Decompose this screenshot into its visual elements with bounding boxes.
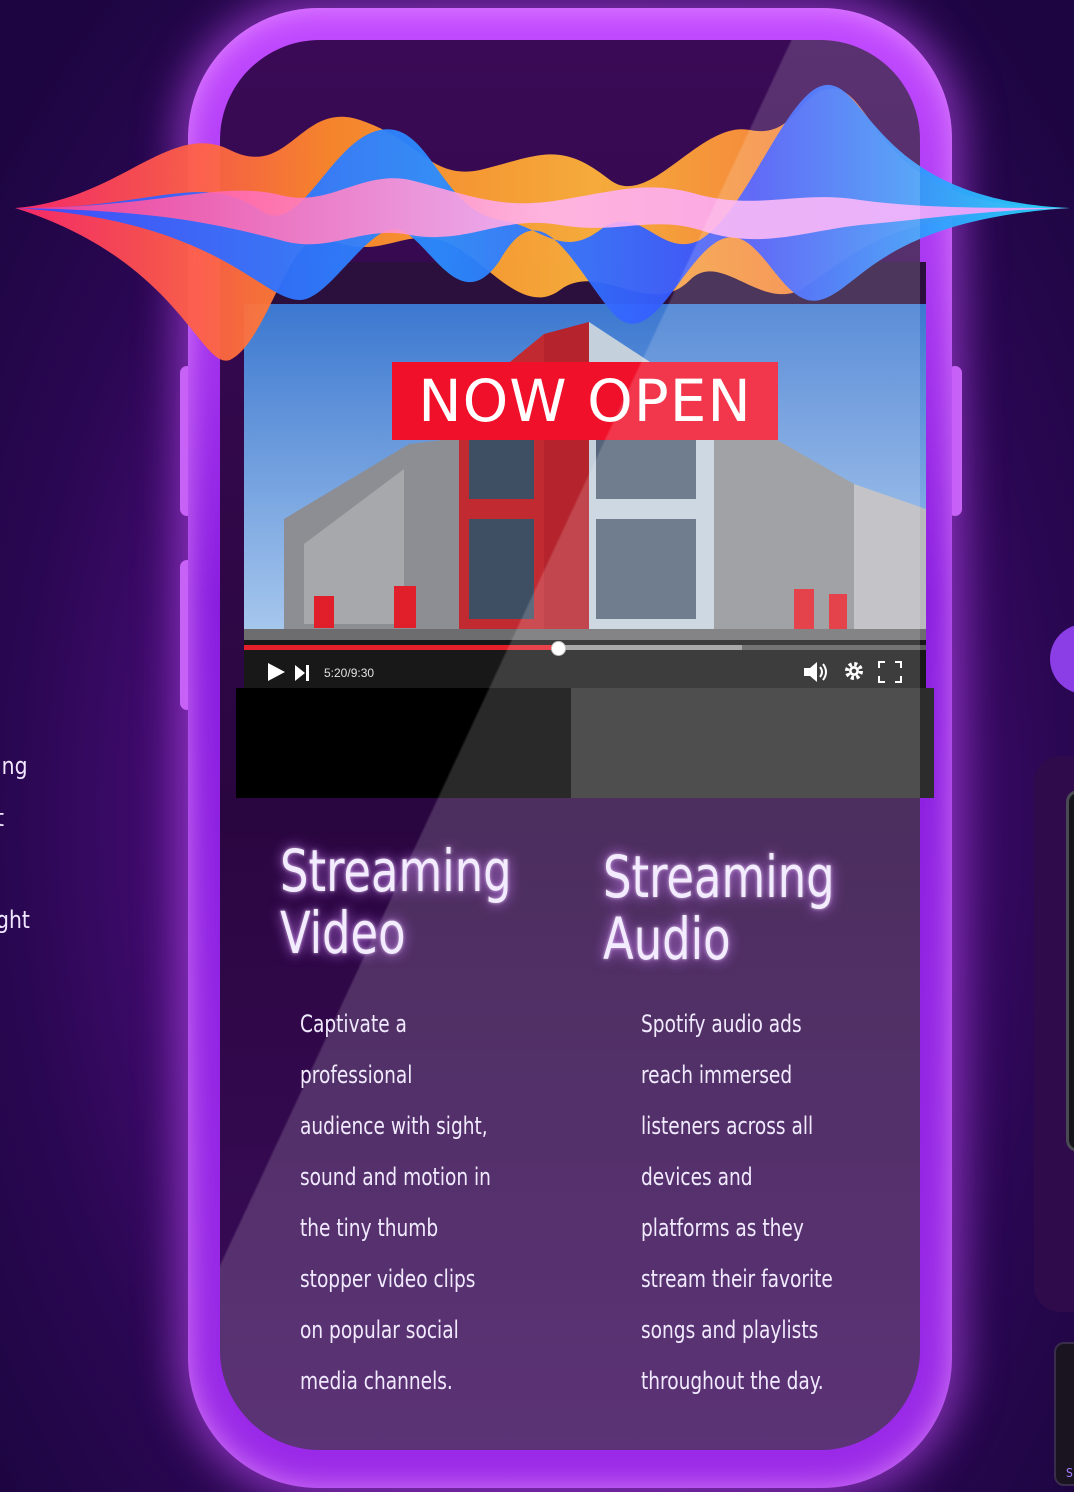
heading-line: Streaming	[603, 843, 835, 911]
text-line: sound and motion in	[300, 1163, 491, 1191]
heading-line: Audio	[603, 905, 731, 973]
text-line: Captivate a	[300, 1010, 407, 1038]
heading-line: Streaming	[280, 837, 512, 905]
text-line: stopper video clips	[300, 1265, 476, 1293]
text-line: listeners across all	[641, 1112, 814, 1140]
next-slide-phone-image	[1066, 790, 1074, 1152]
text-line: throughout the day.	[641, 1367, 824, 1395]
text-line: reach immersed	[641, 1061, 793, 1089]
next-slide-tab[interactable]: S	[1054, 1342, 1074, 1486]
text-line: the tiny thumb	[300, 1214, 439, 1242]
text-line: stream their favorite	[641, 1265, 833, 1293]
text-line: Spotify audio ads	[641, 1010, 802, 1038]
streaming-audio-heading: Streaming Audio	[603, 846, 835, 970]
text-line: media channels.	[300, 1367, 453, 1395]
next-slide-card[interactable]	[1034, 756, 1074, 1312]
text-line: audience with sight,	[300, 1112, 488, 1140]
text-line: songs and playlists	[641, 1316, 819, 1344]
text-line: devices and	[641, 1163, 753, 1191]
edge-text-3: ght	[0, 906, 30, 934]
carousel-next-button[interactable]	[1050, 624, 1074, 694]
text-line: professional	[300, 1061, 413, 1089]
heading-line: Video	[280, 899, 406, 967]
text-line: platforms as they	[641, 1214, 804, 1242]
edge-text-2: t	[0, 804, 4, 832]
edge-text-1: ing	[0, 752, 28, 780]
text-line: on popular social	[300, 1316, 459, 1344]
next-slide-tab-label: S	[1066, 1466, 1073, 1480]
streaming-video-heading: Streaming Video	[280, 840, 512, 964]
